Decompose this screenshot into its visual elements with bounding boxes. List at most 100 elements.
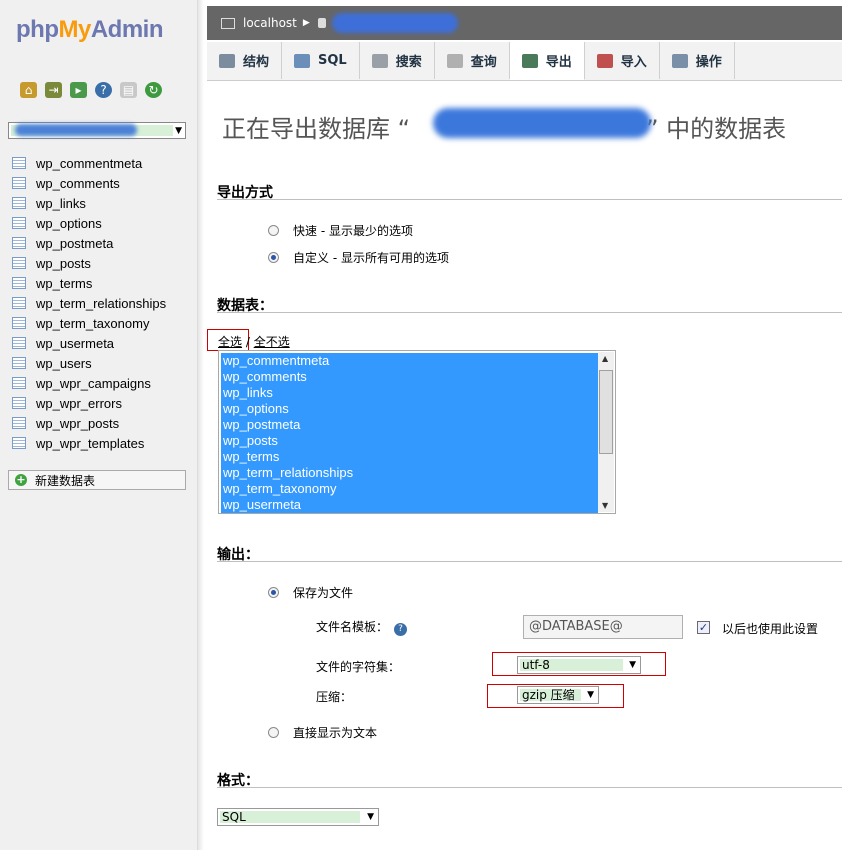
show-as-text-radio[interactable] (268, 727, 279, 738)
sql-query-icon[interactable]: ▸ (70, 82, 87, 98)
listbox-scrollbar[interactable]: ▲ ▼ (598, 352, 614, 512)
listbox-option[interactable]: wp_postmeta (221, 417, 598, 433)
nav-table-label[interactable]: wp_posts (36, 256, 91, 271)
phpmyadmin-logo[interactable]: phpMyAdmin (16, 16, 164, 44)
nav-table-item[interactable]: wp_posts (12, 253, 166, 273)
nav-table-item[interactable]: wp_comments (12, 173, 166, 193)
table-icon[interactable] (12, 377, 26, 389)
nav-table-label[interactable]: wp_term_taxonomy (36, 316, 149, 331)
help-icon[interactable]: ? (394, 623, 408, 636)
tab-3[interactable]: 搜索 (360, 42, 435, 79)
table-icon[interactable] (12, 237, 26, 249)
listbox-option[interactable]: wp_usermeta (221, 497, 598, 513)
tab-2[interactable]: SQL (282, 42, 360, 79)
nav-table-item[interactable]: wp_term_taxonomy (12, 313, 166, 333)
new-table-label: 新建数据表 (35, 473, 96, 488)
table-icon[interactable] (12, 337, 26, 349)
nav-table-item[interactable]: wp_terms (12, 273, 166, 293)
quick-radio[interactable] (268, 225, 279, 236)
nav-table-item[interactable]: wp_term_relationships (12, 293, 166, 313)
tab-1[interactable]: 结构 (207, 42, 283, 79)
tab-6[interactable]: 导入 (585, 42, 660, 79)
deselect-all-link[interactable]: 全不选 (254, 335, 290, 349)
breadcrumb-server[interactable]: localhost (243, 16, 297, 30)
show-as-text-label: 直接显示为文本 (293, 726, 378, 740)
table-icon[interactable] (12, 177, 26, 189)
nav-table-label[interactable]: wp_usermeta (36, 336, 114, 351)
filename-template-input[interactable]: @DATABASE@ (523, 615, 683, 639)
quick-option[interactable]: 快速 - 显示最少的选项 (268, 222, 413, 239)
new-table-button[interactable]: + 新建数据表 (8, 470, 186, 490)
reload-icon[interactable]: ↻ (145, 82, 162, 98)
custom-radio[interactable] (268, 252, 279, 263)
format-select[interactable]: SQL ▼ (217, 808, 379, 826)
table-icon[interactable] (12, 197, 26, 209)
listbox-option[interactable]: wp_term_taxonomy (221, 481, 598, 497)
listbox-option[interactable]: wp_links (221, 385, 598, 401)
listbox-option[interactable]: wp_terms (221, 449, 598, 465)
scrollbar-thumb[interactable] (599, 370, 613, 454)
listbox-option[interactable]: wp_comments (221, 369, 598, 385)
nav-table-label[interactable]: wp_wpr_posts (36, 416, 119, 431)
nav-table-label[interactable]: wp_commentmeta (36, 156, 142, 171)
listbox-option[interactable]: wp_commentmeta (221, 353, 598, 369)
chevron-down-icon: ▼ (367, 812, 374, 822)
table-icon[interactable] (12, 417, 26, 429)
nav-table-item[interactable]: wp_links (12, 193, 166, 213)
chevron-down-icon: ▼ (175, 126, 182, 136)
listbox-option[interactable]: wp_term_relationships (221, 465, 598, 481)
table-icon[interactable] (12, 357, 26, 369)
table-icon[interactable] (12, 297, 26, 309)
docs-icon[interactable]: ▤ (120, 82, 137, 98)
nav-table-item[interactable]: wp_users (12, 353, 166, 373)
use-for-future-checkbox[interactable]: ✓ (697, 621, 710, 634)
scroll-down-icon[interactable]: ▼ (602, 501, 608, 510)
table-icon[interactable] (12, 217, 26, 229)
scroll-up-icon[interactable]: ▲ (602, 354, 608, 363)
home-icon[interactable]: ⌂ (20, 82, 37, 98)
tables-listbox[interactable]: wp_commentmeta wp_comments wp_links wp_opti… (218, 350, 616, 514)
nav-table-item[interactable]: wp_wpr_templates (12, 433, 166, 453)
tab-5[interactable]: 导出 (509, 42, 585, 80)
table-icon[interactable] (12, 397, 26, 409)
help-icon[interactable]: ? (95, 82, 112, 98)
nav-table-label[interactable]: wp_wpr_campaigns (36, 376, 151, 391)
nav-table-label[interactable]: wp_terms (36, 276, 92, 291)
nav-table-item[interactable]: wp_usermeta (12, 333, 166, 353)
logout-icon[interactable]: ⇥ (45, 82, 62, 98)
nav-table-label[interactable]: wp_term_relationships (36, 296, 166, 311)
nav-table-label[interactable]: wp_links (36, 196, 86, 211)
table-icon[interactable] (12, 317, 26, 329)
nav-table-label[interactable]: wp_comments (36, 176, 120, 191)
redacted-database-name (15, 124, 137, 136)
nav-table-label[interactable]: wp_postmeta (36, 236, 113, 251)
tab-4[interactable]: 查询 (435, 42, 510, 79)
charset-select[interactable]: utf-8 ▼ (517, 656, 641, 674)
database-select[interactable]: ▼ (8, 122, 186, 139)
nav-table-item[interactable]: wp_wpr_posts (12, 413, 166, 433)
listbox-option[interactable]: wp_posts (221, 433, 598, 449)
redacted-breadcrumb-database[interactable] (331, 13, 458, 33)
nav-table-item[interactable]: wp_options (12, 213, 166, 233)
nav-table-label[interactable]: wp_wpr_templates (36, 436, 144, 451)
select-all-link[interactable]: 全选 (218, 335, 242, 349)
nav-table-item[interactable]: wp_postmeta (12, 233, 166, 253)
nav-table-label[interactable]: wp_wpr_errors (36, 396, 122, 411)
tab-7[interactable]: 操作 (660, 42, 735, 79)
nav-table-item[interactable]: wp_commentmeta (12, 153, 166, 173)
charset-label: 文件的字符集： (316, 660, 401, 674)
nav-table-label[interactable]: wp_options (36, 216, 102, 231)
show-as-text-option[interactable]: 直接显示为文本 (268, 724, 377, 741)
nav-table-item[interactable]: wp_wpr_campaigns (12, 373, 166, 393)
save-to-file-radio[interactable] (268, 587, 279, 598)
table-icon[interactable] (12, 277, 26, 289)
compression-select[interactable]: gzip 压缩 ▼ (517, 686, 599, 704)
save-to-file-option[interactable]: 保存为文件 (268, 584, 353, 601)
custom-option[interactable]: 自定义 - 显示所有可用的选项 (268, 249, 449, 266)
table-icon[interactable] (12, 257, 26, 269)
table-icon[interactable] (12, 437, 26, 449)
nav-table-item[interactable]: wp_wpr_errors (12, 393, 166, 413)
table-icon[interactable] (12, 157, 26, 169)
listbox-option[interactable]: wp_options (221, 401, 598, 417)
nav-table-label[interactable]: wp_users (36, 356, 92, 371)
